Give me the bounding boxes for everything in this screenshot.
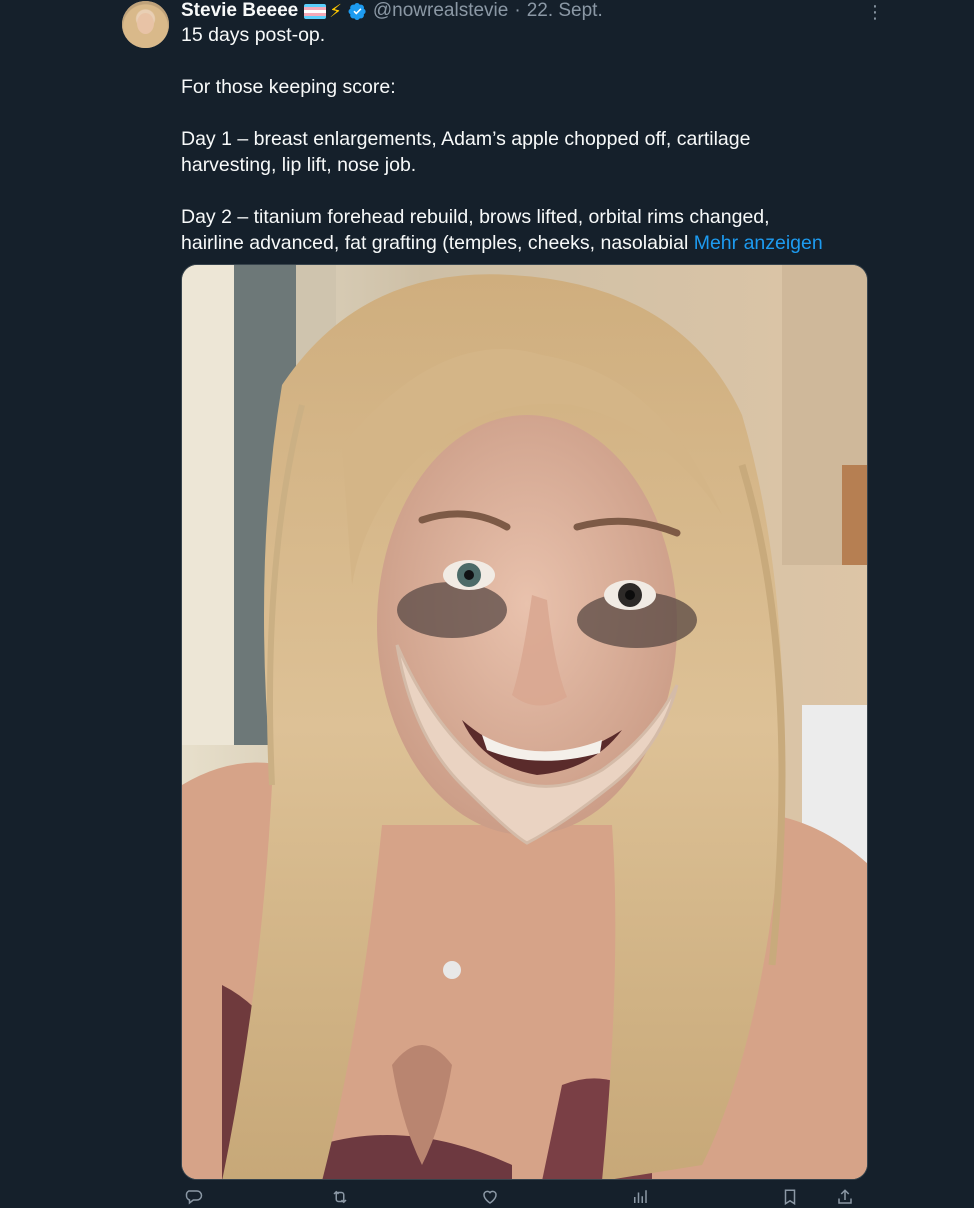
- verified-badge-icon[interactable]: [348, 2, 367, 21]
- text-line: Day 1 – breast enlargements, Adam’s appl…: [181, 128, 751, 150]
- bookmark-button[interactable]: [781, 1188, 799, 1206]
- author-name[interactable]: Stevie Beeee: [181, 0, 298, 22]
- retweet-icon: [333, 1190, 347, 1204]
- text-line: For those keeping score:: [181, 76, 396, 98]
- tweet-actions: [181, 1188, 868, 1208]
- more-options-icon[interactable]: ⋮: [866, 2, 884, 22]
- bookmark-icon: [784, 1189, 796, 1206]
- views-icon: [634, 1190, 647, 1203]
- selfie-photo-image: [182, 265, 867, 1179]
- text-line: Day 2 – titanium forehead rebuild, brows…: [181, 206, 770, 228]
- tweet-photo[interactable]: [181, 264, 868, 1180]
- like-icon: [483, 1190, 497, 1204]
- views-button[interactable]: [631, 1188, 649, 1206]
- share-button[interactable]: [836, 1188, 854, 1206]
- like-button[interactable]: [481, 1188, 499, 1206]
- reply-button[interactable]: [185, 1188, 203, 1206]
- transgender-flag-icon: [304, 3, 327, 19]
- reply-icon: [185, 1190, 203, 1205]
- high-voltage-icon: ⚡: [329, 0, 342, 21]
- tweet-text: 15 days post-op. For those keeping score…: [181, 22, 871, 256]
- text-line-tail: hairline advanced, fat grafting (temples…: [181, 232, 689, 254]
- author-handle[interactable]: @nowrealstevie: [373, 0, 508, 22]
- avatar[interactable]: [122, 1, 169, 48]
- tweet-date[interactable]: 22. Sept.: [527, 0, 603, 22]
- text-line: hairline advanced, fat grafting (temples…: [181, 230, 871, 256]
- retweet-button[interactable]: [331, 1188, 349, 1206]
- separator-dot: ·: [514, 0, 521, 21]
- text-line: 15 days post-op.: [181, 24, 326, 46]
- tweet-header: Stevie Beeee ⚡ @nowrealstevie · 22. Sept…: [181, 0, 603, 24]
- text-line: harvesting, lip lift, nose job.: [181, 154, 417, 176]
- show-more-link[interactable]: Mehr anzeigen: [694, 232, 823, 254]
- share-icon: [838, 1189, 852, 1204]
- tweet: Stevie Beeee ⚡ @nowrealstevie · 22. Sept…: [0, 0, 974, 1206]
